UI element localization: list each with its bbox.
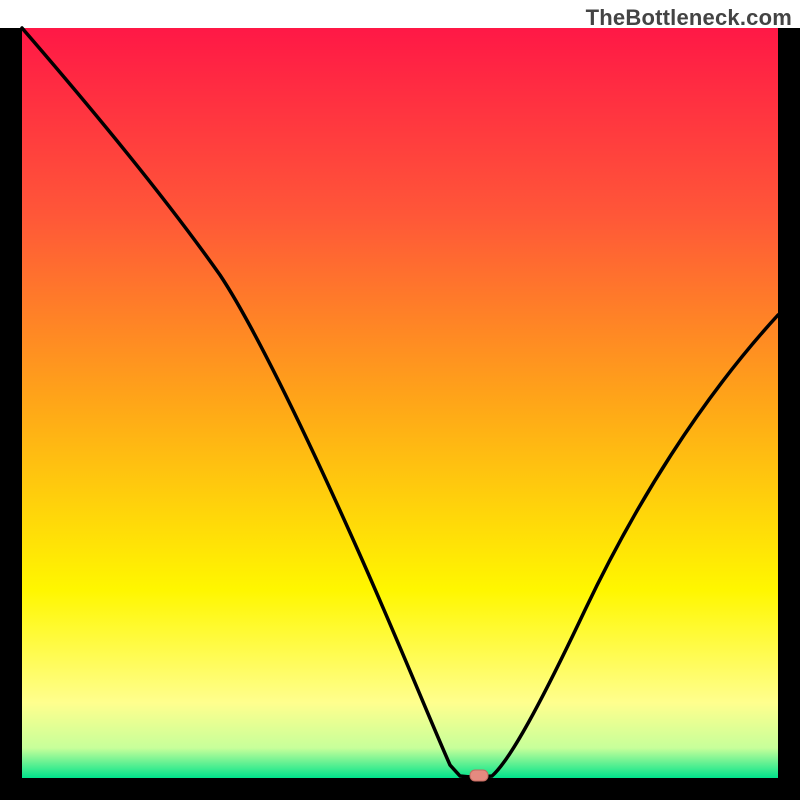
frame-bottom bbox=[0, 778, 800, 800]
frame-right bbox=[778, 28, 800, 800]
bottleneck-chart bbox=[0, 0, 800, 800]
gradient-bg bbox=[22, 28, 778, 778]
optimal-point-marker bbox=[470, 770, 488, 781]
frame-left bbox=[0, 28, 22, 800]
watermark-text: TheBottleneck.com bbox=[586, 5, 792, 31]
